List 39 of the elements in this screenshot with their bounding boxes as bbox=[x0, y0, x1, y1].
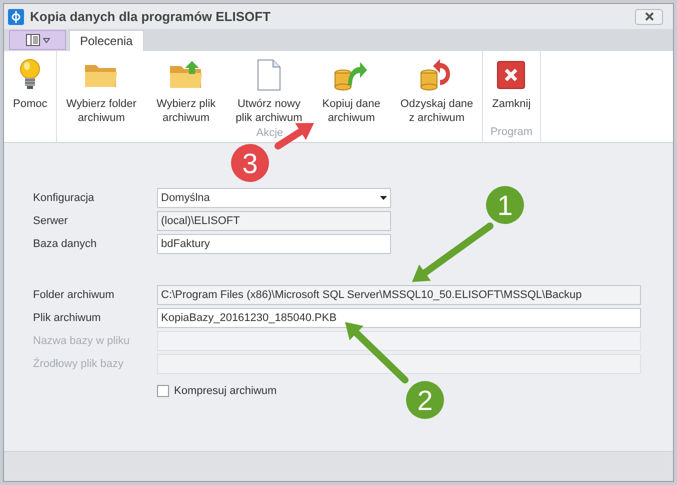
field-label: Nazwa bazy w pliku bbox=[33, 334, 131, 349]
input-field[interactable]: C:\Program Files (x86)\Microsoft SQL Server\MSSQL10_50.ELISOFT\MSSQL\Backup bbox=[157, 285, 641, 305]
group-label: Program bbox=[489, 125, 534, 140]
checkbox[interactable] bbox=[157, 385, 169, 398]
ribbon-button[interactable]: Odzyskaj dane z archiwum bbox=[397, 51, 476, 125]
window-title: Kopia danych dla programów ELISOFT bbox=[30, 8, 271, 26]
input-field[interactable]: (local)\ELISOFT bbox=[157, 211, 391, 231]
step-number: 1 bbox=[497, 190, 513, 221]
application-menu-button[interactable] bbox=[9, 30, 66, 50]
close-icon bbox=[497, 61, 526, 89]
ribbon-button[interactable]: Kopiuj dane archiwum bbox=[319, 51, 384, 125]
step-number: 3 bbox=[242, 148, 258, 179]
checkbox-label: Kompresuj archiwum bbox=[174, 384, 277, 399]
ribbon-button[interactable]: Wybierz folder archiwum bbox=[63, 51, 140, 125]
field-label: Serwer bbox=[33, 214, 69, 229]
field-label: Baza danych bbox=[33, 236, 98, 252]
step-number: 2 bbox=[417, 385, 433, 416]
ribbon-button[interactable]: Utwórz nowy plik archiwum bbox=[232, 51, 306, 125]
dropdown-field[interactable]: Domyślna bbox=[157, 188, 391, 208]
light-bulb-icon bbox=[19, 59, 42, 91]
field-label: Plik archiwum bbox=[33, 310, 102, 326]
ribbon-button[interactable]: Wybierz plik archiwum bbox=[153, 51, 219, 125]
document-icon bbox=[256, 59, 281, 91]
ribbon-button[interactable]: Pomoc bbox=[10, 51, 50, 124]
close-button[interactable] bbox=[635, 8, 663, 24]
field-label: Konfiguracja bbox=[33, 190, 96, 206]
dropdown-caret-icon bbox=[380, 196, 387, 200]
field-label: Źrodłowy plik bazy bbox=[33, 356, 124, 372]
ribbon-tab[interactable]: Polecenia bbox=[69, 30, 144, 51]
input-field[interactable]: KopiaBazy_20161230_185040.PKB bbox=[157, 308, 641, 328]
group-label: Akcje bbox=[255, 126, 284, 141]
panel-icon bbox=[26, 34, 40, 46]
field-label: Folder archiwum bbox=[33, 288, 116, 303]
caret-icon bbox=[42, 38, 50, 42]
input-field[interactable]: bdFaktury bbox=[157, 234, 391, 254]
close-icon bbox=[644, 12, 654, 21]
folder-arrow-icon bbox=[169, 60, 204, 90]
app-icon bbox=[8, 8, 24, 24]
ribbon-button[interactable]: Zamknij bbox=[489, 51, 534, 124]
